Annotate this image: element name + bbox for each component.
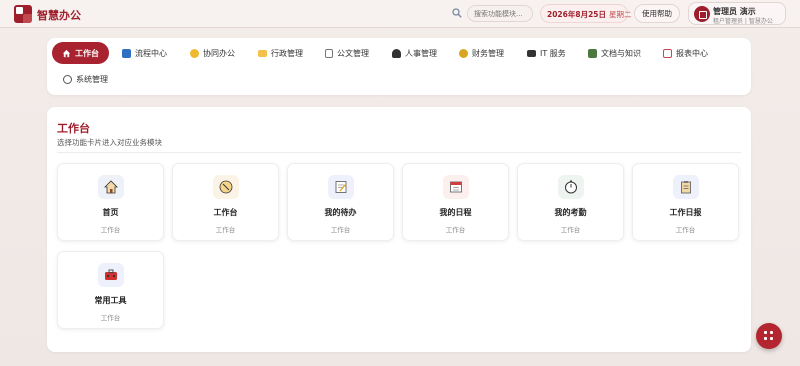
nav-item-system[interactable]: 系统管理 <box>63 69 108 89</box>
card-subtitle: 工作台 <box>675 226 696 234</box>
card-title: 我的待办 <box>324 208 357 217</box>
card-home[interactable]: 首页 工作台 <box>57 163 164 241</box>
nav-label: 报表中心 <box>676 48 708 58</box>
nav-label: 行政管理 <box>271 48 303 58</box>
compass-icon <box>219 180 233 194</box>
clipboard-icon <box>681 181 691 194</box>
workflow-icon <box>122 48 131 58</box>
house-icon <box>104 180 118 194</box>
card-tools[interactable]: 常用工具 工作台 <box>57 251 164 329</box>
nav-item-finance[interactable]: 财务管理 <box>459 43 504 63</box>
card-subtitle: 工作台 <box>100 314 121 322</box>
card-subtitle: 工作台 <box>445 226 466 234</box>
folder-icon <box>258 49 267 57</box>
card-subtitle: 工作台 <box>330 226 351 234</box>
nav-item-workbench[interactable]: 工作台 <box>52 42 109 64</box>
card-attendance[interactable]: 我的考勤 工作台 <box>517 163 624 241</box>
nav-label: 财务管理 <box>472 48 504 58</box>
app-title: 智慧办公 <box>37 9 81 22</box>
card-title: 常用工具 <box>94 296 127 305</box>
date-text: 2026年8月25日 <box>547 10 607 19</box>
divider <box>57 152 741 153</box>
user-menu[interactable]: 管理员 演示 租户管理员 | 智慧办公 <box>688 2 786 25</box>
toolbox-icon <box>105 269 117 280</box>
help-button[interactable]: 使用帮助 <box>634 4 680 23</box>
nav-item-reports[interactable]: 报表中心 <box>663 43 708 63</box>
stopwatch-icon <box>565 180 577 194</box>
card-workbench[interactable]: 工作台 工作台 <box>172 163 279 241</box>
calendar-icon <box>450 181 462 193</box>
nav-label: 公文管理 <box>337 48 369 58</box>
card-subtitle: 工作台 <box>560 226 581 234</box>
nav-label: 协同办公 <box>203 48 235 58</box>
handshake-icon <box>190 48 199 58</box>
module-nav: 工作台 流程中心 协同办公 行政管理 公文管理 人事管理 财务管理 IT 服务 … <box>47 38 751 95</box>
nav-item-hr[interactable]: 人事管理 <box>392 43 437 63</box>
card-title: 我的考勤 <box>554 208 587 217</box>
nav-label: 系统管理 <box>76 74 108 84</box>
avatar <box>694 6 710 22</box>
nav-item-admin[interactable]: 行政管理 <box>258 43 303 63</box>
document-icon <box>325 48 333 58</box>
nav-item-collab[interactable]: 协同办公 <box>190 43 235 63</box>
gear-icon <box>63 74 72 84</box>
memo-icon <box>335 181 347 193</box>
nav-label: IT 服务 <box>540 48 566 58</box>
nav-item-knowledge[interactable]: 文档与知识 <box>588 43 641 63</box>
card-daily-report[interactable]: 工作日报 工作台 <box>632 163 739 241</box>
card-title: 工作日报 <box>669 208 702 217</box>
date-badge: 2026年8月25日 星期二 <box>540 4 632 23</box>
page-title: 工作台 <box>57 122 90 135</box>
card-subtitle: 工作台 <box>215 226 236 234</box>
nav-label: 人事管理 <box>405 48 437 58</box>
card-title: 工作台 <box>213 208 238 217</box>
nav-label: 流程中心 <box>135 48 167 58</box>
card-schedule[interactable]: 我的日程 工作台 <box>402 163 509 241</box>
people-icon <box>392 48 401 58</box>
top-bar: 智慧办公 2026年8月25日星期二 使用帮助 管理员 演示 租户管理员 | 智… <box>0 0 800 28</box>
card-title: 我的日程 <box>439 208 472 217</box>
card-subtitle: 工作台 <box>100 226 121 234</box>
page-subtitle: 选择功能卡片进入对应业务模块 <box>57 138 162 147</box>
book-icon <box>588 48 597 58</box>
nav-item-workflow[interactable]: 流程中心 <box>122 43 167 63</box>
nav-label: 文档与知识 <box>601 48 641 58</box>
card-todo[interactable]: 我的待办 工作台 <box>287 163 394 241</box>
monitor-icon <box>527 49 536 57</box>
money-bag-icon <box>459 48 468 58</box>
search-input[interactable] <box>467 5 533 22</box>
weekday-text: 星期二 <box>609 10 632 19</box>
chart-icon <box>663 48 672 58</box>
nav-label: 工作台 <box>75 48 99 58</box>
nav-item-documents[interactable]: 公文管理 <box>325 43 369 63</box>
nav-item-it[interactable]: IT 服务 <box>527 43 566 63</box>
home-icon <box>62 49 71 57</box>
user-role: 租户管理员 | 智慧办公 <box>713 18 773 25</box>
search-icon <box>452 8 462 18</box>
workbench-panel: 工作台 选择功能卡片进入对应业务模块 首页 工作台 工作台 工作台 我的待办 工… <box>47 107 751 352</box>
card-title: 首页 <box>102 208 119 217</box>
app-logo[interactable] <box>14 5 32 23</box>
app-grid-button[interactable] <box>756 323 782 349</box>
